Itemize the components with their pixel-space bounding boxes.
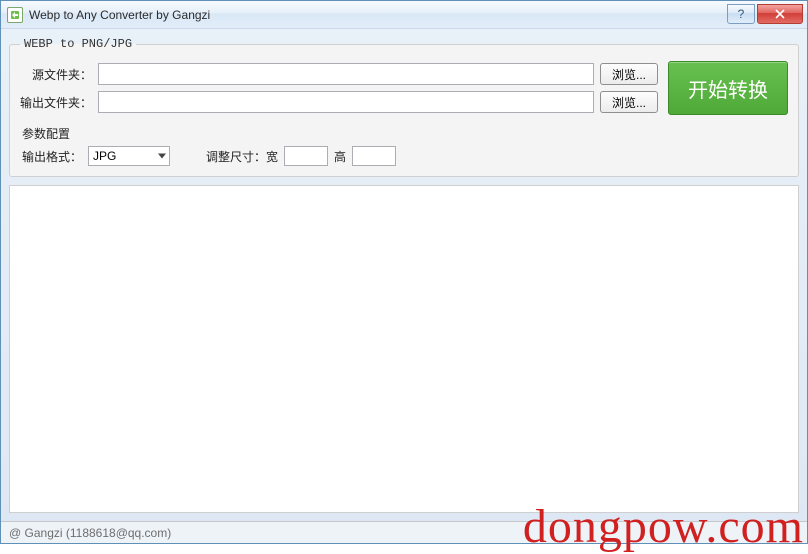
- help-icon: ?: [738, 7, 745, 21]
- chevron-down-icon: [158, 154, 166, 159]
- start-convert-button[interactable]: 开始转换: [668, 61, 788, 115]
- client-area: WEBP to PNG/JPG 源文件夹： 浏览... 输出文件夹： 浏览...: [1, 29, 807, 521]
- titlebar[interactable]: Webp to Any Converter by Gangzi ?: [1, 1, 807, 29]
- params-title: 参数配置: [22, 125, 788, 142]
- output-row: 输出文件夹： 浏览...: [20, 91, 658, 113]
- resize-height-label: 高: [334, 148, 346, 165]
- start-button-label: 开始转换: [688, 74, 768, 103]
- close-icon: [775, 9, 785, 19]
- help-button[interactable]: ?: [727, 4, 755, 24]
- resize-width-label: 调整尺寸：宽: [206, 148, 278, 165]
- output-format-value: JPG: [93, 149, 116, 163]
- source-input[interactable]: [98, 63, 594, 85]
- source-row: 源文件夹： 浏览...: [20, 63, 658, 85]
- resize-width-input[interactable]: [284, 146, 328, 166]
- format-label: 输出格式：: [22, 148, 82, 165]
- source-label: 源文件夹：: [20, 66, 92, 83]
- conversion-group: WEBP to PNG/JPG 源文件夹： 浏览... 输出文件夹： 浏览...: [9, 37, 799, 177]
- output-input[interactable]: [98, 91, 594, 113]
- output-format-select[interactable]: JPG: [88, 146, 170, 166]
- statusbar: @ Gangzi (1188618@qq.com): [1, 521, 807, 543]
- source-browse-button[interactable]: 浏览...: [600, 63, 658, 85]
- log-output[interactable]: [9, 185, 799, 513]
- status-text: @ Gangzi (1188618@qq.com): [9, 526, 171, 540]
- window-title: Webp to Any Converter by Gangzi: [29, 8, 210, 22]
- window-controls: ?: [725, 5, 803, 25]
- group-legend: WEBP to PNG/JPG: [20, 37, 136, 51]
- output-browse-button[interactable]: 浏览...: [600, 91, 658, 113]
- app-icon: [7, 7, 23, 23]
- params-section: 参数配置 输出格式： JPG 调整尺寸：宽 高: [20, 125, 788, 166]
- resize-height-input[interactable]: [352, 146, 396, 166]
- close-button[interactable]: [757, 4, 803, 24]
- output-label: 输出文件夹：: [20, 94, 92, 111]
- app-window: Webp to Any Converter by Gangzi ? WEBP t…: [0, 0, 808, 544]
